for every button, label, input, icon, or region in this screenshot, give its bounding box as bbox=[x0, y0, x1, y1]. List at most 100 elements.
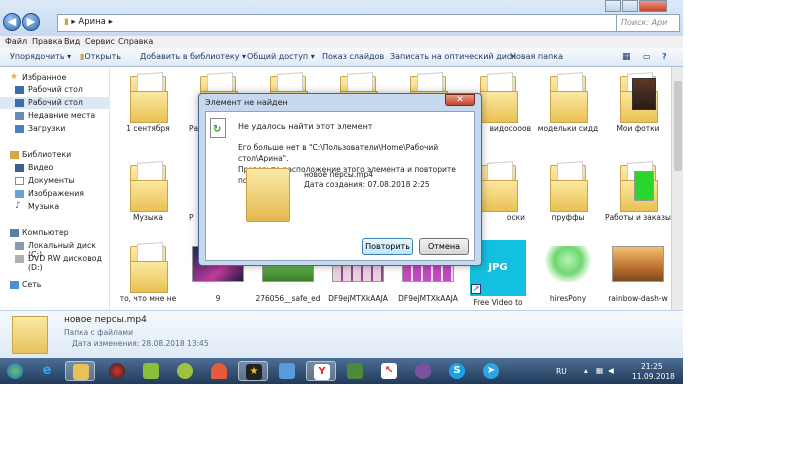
dialog-body: Не удалось найти этот элемент Его больше… bbox=[205, 111, 475, 261]
nav-music[interactable]: ♪ Музыка bbox=[0, 201, 110, 213]
taskbar-skype[interactable]: S bbox=[442, 361, 472, 381]
menu-tools[interactable]: Сервис bbox=[85, 37, 115, 46]
breadcrumb-chevron-icon: ▸ bbox=[108, 17, 113, 27]
folder-item[interactable]: Мои фотки bbox=[603, 70, 671, 133]
nav-label: Библиотеки bbox=[22, 150, 72, 159]
nav-label: Компьютер bbox=[22, 228, 69, 237]
details-type: Папка с файлами bbox=[64, 328, 133, 337]
language-indicator[interactable]: RU bbox=[556, 367, 567, 376]
taskbar-ie[interactable]: e bbox=[32, 361, 62, 381]
menu-help[interactable]: Справка bbox=[118, 37, 153, 46]
nav-recent[interactable]: Недавние места bbox=[0, 110, 110, 122]
folder-item[interactable]: то, что мне не bbox=[113, 240, 183, 303]
taskbar-app5[interactable]: ★ bbox=[238, 361, 268, 381]
vertical-scrollbar[interactable] bbox=[671, 67, 683, 310]
nav-downloads[interactable]: Загрузки bbox=[0, 123, 110, 135]
help-icon[interactable]: ? bbox=[662, 52, 667, 61]
new-folder-button[interactable]: Новая папка bbox=[510, 52, 563, 61]
nav-favorites[interactable]: ★ Избранное bbox=[0, 72, 110, 84]
search-input[interactable]: Поиск: Ари bbox=[616, 14, 680, 32]
taskbar-app8[interactable]: ↖ bbox=[374, 361, 404, 381]
missing-file-icon bbox=[210, 118, 226, 138]
menu-view[interactable]: Вид bbox=[64, 37, 80, 46]
nav-desktop-selected[interactable]: Рабочий стол bbox=[0, 97, 110, 109]
image-item[interactable]: hiresPony bbox=[533, 240, 603, 303]
arrow-left-icon: ◀ bbox=[7, 15, 17, 28]
folder-item[interactable]: 1 сентября bbox=[113, 70, 183, 133]
maximize-button[interactable] bbox=[622, 0, 638, 12]
folder-item[interactable]: Музыка bbox=[113, 159, 183, 222]
breadcrumb-folder[interactable]: Арина bbox=[78, 17, 106, 27]
item-not-found-dialog: Элемент не найден ✕ Не удалось найти это… bbox=[198, 93, 482, 266]
windows-logo-icon bbox=[7, 363, 23, 379]
taskbar-app1[interactable] bbox=[102, 361, 132, 381]
taskbar-telegram[interactable]: ➤ bbox=[476, 361, 506, 381]
folder-item[interactable]: Работы и заказы bbox=[603, 159, 671, 223]
scrollbar-thumb[interactable] bbox=[674, 81, 682, 171]
nav-images[interactable]: Изображения bbox=[0, 188, 110, 200]
share-button[interactable]: Общий доступ ▾ bbox=[247, 52, 315, 61]
taskbar-app7[interactable] bbox=[340, 361, 370, 381]
address-bar[interactable]: ▮ ▸ Арина ▸ bbox=[57, 14, 624, 32]
retry-button[interactable]: Повторить bbox=[362, 238, 413, 255]
nav-desktop[interactable]: Рабочий стол bbox=[0, 84, 110, 96]
network-tray-icon[interactable]: ▦ bbox=[596, 366, 603, 375]
yandex-browser-icon: Y bbox=[314, 364, 330, 380]
dialog-detail-line: Его больше нет в "C:\Пользователи\Home\Р… bbox=[238, 143, 439, 163]
folder-icon bbox=[548, 159, 588, 212]
open-button[interactable]: ▮Открыть bbox=[80, 52, 121, 61]
start-button[interactable] bbox=[2, 361, 28, 381]
documents-icon bbox=[15, 177, 24, 185]
taskbar-app3[interactable] bbox=[170, 361, 200, 381]
tray-arrow-icon[interactable]: ▴ bbox=[584, 366, 588, 375]
dialog-file-date: Дата создания: 07.08.2018 2:25 bbox=[304, 180, 430, 189]
computer-icon bbox=[10, 229, 19, 237]
taskbar-explorer[interactable] bbox=[65, 361, 95, 381]
explorer-folder-icon bbox=[73, 364, 89, 380]
folder-item[interactable]: модельки сидд bbox=[533, 70, 603, 133]
nav-dvd[interactable]: DVD RW дисковод (D:) bbox=[0, 253, 110, 272]
cancel-button[interactable]: Отмена bbox=[419, 238, 469, 255]
view-options-icon[interactable]: ▦ bbox=[622, 52, 631, 62]
dialog-close-button[interactable]: ✕ bbox=[445, 94, 475, 106]
volume-icon[interactable]: ◀ bbox=[608, 366, 614, 375]
forward-button[interactable]: ▶ bbox=[22, 13, 40, 31]
nav-documents[interactable]: Документы bbox=[0, 175, 110, 187]
minimize-button[interactable] bbox=[605, 0, 621, 12]
nav-network[interactable]: Сеть bbox=[0, 279, 110, 291]
details-modified: Дата изменения: 28.08.2018 13:45 bbox=[72, 339, 209, 348]
menu-file[interactable]: Файл bbox=[5, 37, 27, 46]
close-window-button[interactable] bbox=[639, 0, 667, 12]
clock-time[interactable]: 21:25 bbox=[641, 362, 663, 371]
item-label: Мои фотки bbox=[616, 124, 660, 133]
add-to-library-button[interactable]: Добавить в библиотеку ▾ bbox=[140, 52, 246, 61]
preview-pane-icon[interactable]: ▭ bbox=[643, 52, 651, 61]
dialog-message: Не удалось найти этот элемент bbox=[238, 122, 373, 131]
menu-edit[interactable]: Правка bbox=[32, 37, 62, 46]
image-item[interactable]: rainbow-dash-w bbox=[603, 240, 671, 303]
taskbar-app4[interactable] bbox=[204, 361, 234, 381]
folder-icon bbox=[246, 168, 290, 222]
folder-item[interactable]: пруффы bbox=[533, 159, 603, 222]
taskbar-yandex[interactable]: Y bbox=[306, 361, 336, 381]
item-label: DF9ejMTXkAAJA bbox=[398, 294, 458, 303]
taskbar-viber[interactable] bbox=[408, 361, 438, 381]
dialog-title: Элемент не найден bbox=[205, 98, 288, 107]
slideshow-button[interactable]: Показ слайдов bbox=[322, 52, 384, 61]
item-label: 9 bbox=[215, 294, 221, 303]
video-icon bbox=[15, 164, 24, 172]
back-button[interactable]: ◀ bbox=[3, 13, 21, 31]
nav-video[interactable]: Видео bbox=[0, 162, 110, 174]
library-icon bbox=[10, 151, 19, 159]
nav-local-disk[interactable]: Локальный диск (C:) bbox=[0, 240, 110, 259]
clock-date[interactable]: 11.09.2018 bbox=[632, 372, 675, 381]
star-app-icon: ★ bbox=[246, 364, 262, 380]
nav-computer[interactable]: Компьютер bbox=[0, 227, 110, 239]
folder-icon bbox=[618, 159, 658, 212]
paint-app-icon bbox=[211, 363, 227, 379]
taskbar-app6[interactable] bbox=[272, 361, 302, 381]
organize-button[interactable]: Упорядочить ▾ bbox=[10, 52, 71, 61]
nav-libraries[interactable]: Библиотеки bbox=[0, 149, 110, 161]
burn-button[interactable]: Записать на оптический диск bbox=[390, 52, 516, 61]
taskbar-app2[interactable] bbox=[136, 361, 166, 381]
